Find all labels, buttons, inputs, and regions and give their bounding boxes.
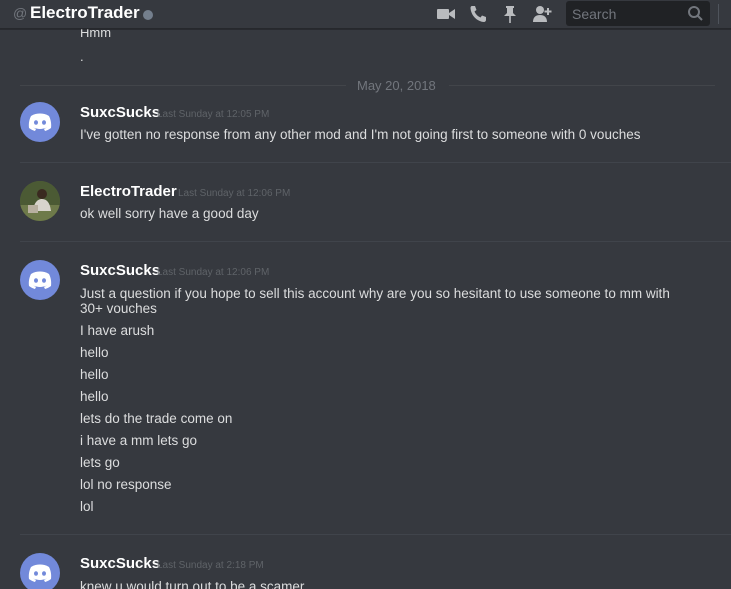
message-text: hello <box>80 389 109 404</box>
dm-at-icon: @ <box>13 5 28 21</box>
video-icon[interactable] <box>435 3 457 25</box>
channel-title: ElectroTrader <box>30 3 140 22</box>
message-text: Just a question if you hope to sell this… <box>80 286 670 301</box>
discord-logo-icon <box>28 113 52 131</box>
message-separator <box>20 534 731 535</box>
header-divider <box>718 4 719 24</box>
message-text: hello <box>80 345 109 360</box>
message-text: lets do the trade come on <box>80 411 233 426</box>
username[interactable]: SuxcSucks <box>80 104 160 121</box>
avatar[interactable] <box>20 102 60 142</box>
message-text: ok well sorry have a good day <box>80 206 259 221</box>
discord-logo-icon <box>28 271 52 289</box>
search-placeholder: Search <box>572 6 617 22</box>
avatar[interactable] <box>20 181 60 221</box>
message-fragment: Hmm <box>80 29 112 40</box>
message-text: 30+ vouches <box>80 301 157 316</box>
message-text: lol no response <box>80 477 172 492</box>
username[interactable]: ElectroTrader <box>80 183 177 200</box>
date-label: May 20, 2018 <box>357 78 436 93</box>
timestamp: Last Sunday at 12:05 PM <box>157 109 270 120</box>
message-text: hello <box>80 367 109 382</box>
divider-line <box>449 85 715 86</box>
timestamp: Last Sunday at 12:06 PM <box>178 188 291 199</box>
pin-icon[interactable] <box>499 3 521 25</box>
message-text: lol <box>80 499 94 514</box>
avatar[interactable] <box>20 260 60 300</box>
discord-logo-icon <box>28 564 52 582</box>
message-separator <box>20 162 731 163</box>
user-photo-icon <box>20 181 60 221</box>
message-fragment: . <box>80 49 84 64</box>
divider-line <box>20 85 346 86</box>
status-indicator <box>143 10 153 20</box>
date-divider: May 20, 2018 <box>20 78 715 93</box>
message-text: i have a mm lets go <box>80 433 198 448</box>
phone-icon[interactable] <box>467 3 489 25</box>
message-text: lets go <box>80 455 120 470</box>
message-text: knew u would turn out to be a scamer <box>80 579 305 589</box>
message-separator <box>20 241 731 242</box>
avatar[interactable] <box>20 553 60 589</box>
channel-header: @ ElectroTrader Search <box>0 0 731 29</box>
message-list[interactable]: Hmm . May 20, 2018 SuxcSucks Last Sunday… <box>0 29 731 589</box>
search-input[interactable]: Search <box>566 1 710 26</box>
username[interactable]: SuxcSucks <box>80 262 160 279</box>
add-friend-icon[interactable] <box>531 3 553 25</box>
timestamp: Last Sunday at 12:06 PM <box>157 267 270 278</box>
search-icon[interactable] <box>687 5 704 22</box>
message-text: I've gotten no response from any other m… <box>80 127 641 142</box>
message-text: I have arush <box>80 323 155 338</box>
timestamp: Last Sunday at 2:18 PM <box>157 560 264 571</box>
username[interactable]: SuxcSucks <box>80 555 160 572</box>
